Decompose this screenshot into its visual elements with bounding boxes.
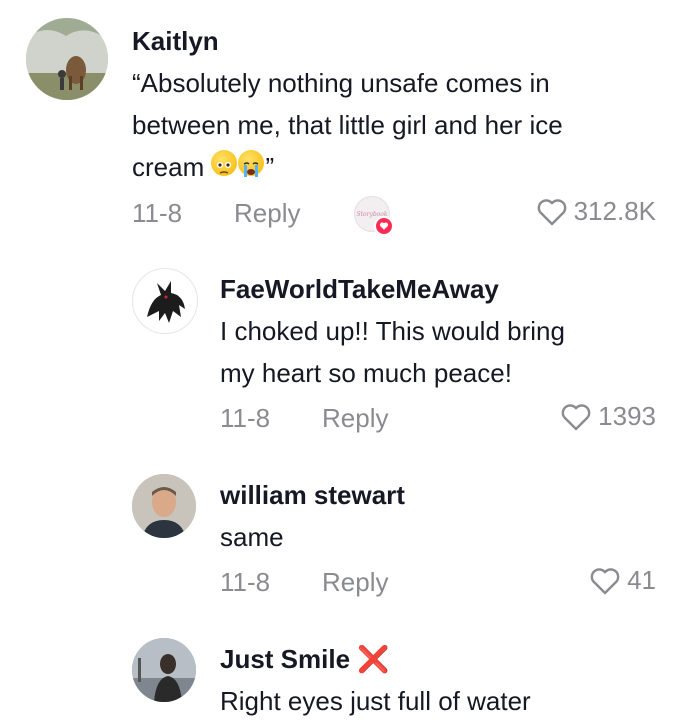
- comment-text: “Absolutely nothing unsafe comes in betw…: [132, 62, 672, 188]
- dragon-avatar-image: [147, 281, 185, 323]
- like-count: 312.8K: [573, 196, 656, 226]
- comment-text-segment: ”: [265, 152, 275, 182]
- comment-date: 11-8: [132, 198, 183, 228]
- comment-text-line: my heart so much peace!: [220, 358, 512, 388]
- avatar-image: [26, 18, 108, 100]
- avatar[interactable]: [132, 474, 196, 538]
- heart-outline-icon: [561, 403, 591, 430]
- like-count: 41: [627, 565, 656, 595]
- comment-text: Right eyes just full of water: [220, 680, 660, 722]
- red-x-icon: ❌: [357, 644, 390, 674]
- like-count: 1393: [598, 401, 656, 431]
- crying-face-emoji-icon: [238, 150, 265, 177]
- heart-badge-icon: [374, 216, 394, 236]
- avatar[interactable]: [26, 18, 108, 100]
- like-button[interactable]: 312.8K: [536, 196, 656, 227]
- username[interactable]: Just Smile ❌: [220, 644, 390, 675]
- username-text: Just Smile: [220, 644, 351, 674]
- comment-text-line: between me, that little girl and her ice: [132, 110, 563, 140]
- username[interactable]: Kaitlyn: [132, 26, 219, 57]
- pleading-face-emoji-icon: [211, 150, 238, 176]
- reply-button[interactable]: Reply: [234, 198, 300, 229]
- reply-button[interactable]: Reply: [322, 567, 388, 598]
- username[interactable]: FaeWorldTakeMeAway: [220, 274, 499, 305]
- comment-date: 11-8: [220, 567, 271, 597]
- avatar[interactable]: [132, 268, 198, 334]
- heart-outline-icon: [537, 198, 566, 225]
- comment-text-line: “Absolutely nothing unsafe comes in: [132, 68, 550, 98]
- person-avatar-image: [132, 474, 196, 538]
- comment-text-line: same: [220, 522, 284, 552]
- heart-outline-icon: [590, 567, 620, 594]
- comment-text: same: [220, 516, 660, 558]
- avatar[interactable]: [132, 638, 196, 702]
- like-button[interactable]: 41: [589, 565, 656, 596]
- comment-text: I choked up!! This would bring my heart …: [220, 310, 660, 394]
- creator-liked-badge: Storybook: [354, 196, 394, 236]
- comment-text-segment: cream: [132, 152, 205, 182]
- like-button[interactable]: 1393: [560, 401, 656, 432]
- comment-text-line: cream ”: [132, 146, 672, 188]
- comment-text-line: Right eyes just full of water: [220, 686, 531, 716]
- reply-button[interactable]: Reply: [322, 403, 388, 434]
- person-avatar-image: [132, 638, 196, 702]
- comment-text-line: I choked up!! This would bring: [220, 316, 565, 346]
- username[interactable]: william stewart: [220, 480, 405, 511]
- comment-date: 11-8: [220, 403, 271, 433]
